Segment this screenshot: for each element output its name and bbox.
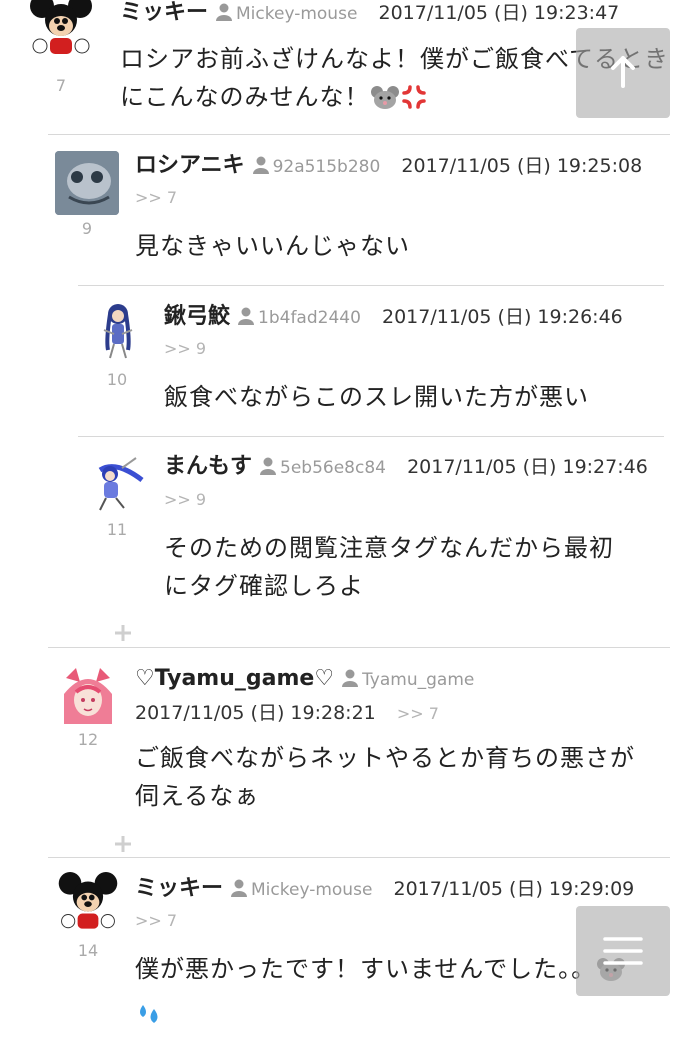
anger-emoji (400, 83, 428, 122)
timestamp: 2017/11/05 (日) 19:25:08 (401, 155, 643, 177)
expand-plus-icon[interactable] (114, 835, 132, 853)
comment-text-line: ご飯食べながらネットやるとか育ちの悪さが (135, 744, 635, 772)
comment-number: 7 (55, 76, 67, 95)
timestamp: 2017/11/05 (日) 19:26:46 (382, 306, 623, 328)
username[interactable]: ミッキー (120, 0, 208, 25)
username[interactable]: ロシアニキ (135, 153, 245, 178)
user-id[interactable]: 1b4fad2440 (258, 308, 361, 328)
user-id[interactable]: Mickey-mouse (236, 4, 357, 24)
user-icon (231, 879, 248, 897)
user-avatar[interactable] (55, 151, 119, 215)
timestamp: 2017/11/05 (日) 19:28:21 (135, 702, 376, 724)
comment-number: 10 (106, 370, 128, 389)
comment-header-line-2: 2017/11/05 (日) 19:28:21 >> 7 (135, 698, 439, 729)
separator (48, 134, 670, 135)
reply-link[interactable]: >> 7 (135, 188, 177, 207)
mickey-avatar[interactable] (28, 0, 94, 60)
user-icon (260, 457, 277, 475)
username[interactable]: まんもす (164, 454, 252, 479)
comment-header: ♡Tyamu_game♡ Tyamu_game (135, 664, 474, 695)
user-id[interactable]: 5eb56e8c84 (280, 458, 386, 478)
comment-header: ロシアニキ 92a515b280 2017/11/05 (日) 19:25:08 (135, 151, 642, 182)
user-avatar[interactable] (86, 300, 150, 364)
comment-body: そのための閲覧注意タグなんだから最初 にタグ確認しろよ (164, 529, 684, 605)
comment-text-line: そのための閲覧注意タグなんだから最初 (164, 534, 614, 562)
comment-number: 9 (81, 219, 93, 238)
username[interactable]: ミッキー (135, 876, 223, 901)
user-id[interactable]: Mickey-mouse (251, 880, 372, 900)
comment-number: 14 (77, 941, 99, 960)
comment-header: ミッキー Mickey-mouse 2017/11/05 (日) 19:23:47 (120, 0, 619, 29)
reply-link[interactable]: >> 9 (164, 339, 206, 358)
user-id[interactable]: 92a515b280 (273, 157, 381, 177)
timestamp: 2017/11/05 (日) 19:23:47 (378, 2, 620, 24)
mouse-emoji (370, 83, 400, 122)
user-id[interactable]: Tyamu_game (362, 670, 474, 690)
reply-link[interactable]: >> 7 (135, 911, 177, 930)
comment-text-line: にタグ確認しろよ (164, 572, 364, 600)
user-avatar[interactable] (56, 664, 120, 728)
timestamp: 2017/11/05 (日) 19:29:09 (393, 878, 635, 900)
user-avatar[interactable] (86, 450, 150, 514)
arrow-up-icon (611, 56, 635, 88)
scroll-top-button[interactable] (576, 28, 670, 118)
user-icon (252, 156, 269, 174)
timestamp: 2017/11/05 (日) 19:27:46 (407, 456, 648, 478)
expand-plus-icon[interactable] (114, 624, 132, 642)
comment-body: ご飯食べながらネットやるとか育ちの悪さが 伺えるなぁ (135, 739, 685, 815)
mickey-avatar[interactable] (56, 872, 120, 940)
comment-body: 見なきゃいいんじゃない (135, 232, 410, 260)
comment-text-line: 伺えるなぁ (135, 782, 260, 810)
separator (48, 647, 670, 648)
username[interactable]: 鍬弓鮫 (164, 304, 230, 329)
user-icon (342, 669, 359, 687)
username[interactable]: ♡Tyamu_game♡ (135, 666, 334, 691)
comment-number: 12 (77, 730, 99, 749)
comment-body: 飯食べながらこのスレ開いた方が悪い (164, 383, 589, 411)
comment-header: まんもす 5eb56e8c84 2017/11/05 (日) 19:27:46 (164, 452, 648, 483)
separator (48, 857, 670, 858)
separator (78, 285, 664, 286)
comment-number: 11 (106, 520, 128, 539)
comment-header: ミッキー Mickey-mouse 2017/11/05 (日) 19:29:09 (135, 874, 634, 905)
user-icon (216, 3, 233, 21)
menu-icon (603, 937, 643, 965)
user-icon (238, 307, 255, 325)
sweat-drops-emoji (135, 999, 163, 1038)
menu-button[interactable] (576, 906, 670, 996)
reply-link[interactable]: >> 9 (164, 490, 206, 509)
comment-header: 鍬弓鮫 1b4fad2440 2017/11/05 (日) 19:26:46 (164, 302, 623, 333)
separator (78, 436, 664, 437)
comment-text: 僕が悪かったです！すいませんでした。。 (135, 955, 597, 983)
reply-link[interactable]: >> 7 (397, 704, 439, 723)
